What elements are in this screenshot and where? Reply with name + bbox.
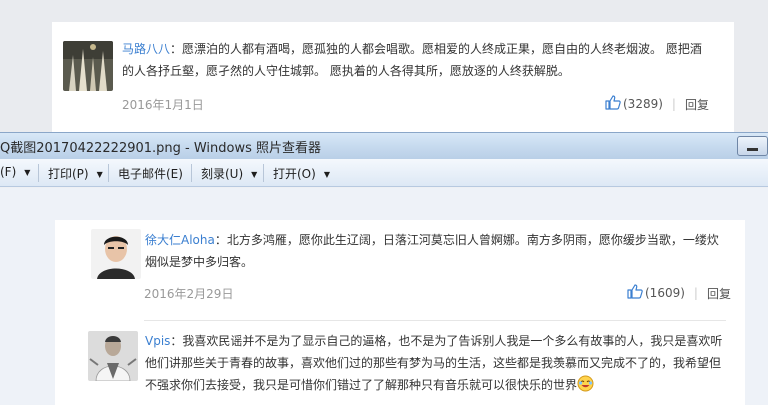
dropdown-arrow-icon: ▼ xyxy=(96,170,103,179)
toolbar-divider xyxy=(38,164,39,182)
menu-email[interactable]: 电子邮件(E) xyxy=(118,165,183,182)
menu-burn[interactable]: 刻录(U) ▼ xyxy=(201,165,257,182)
background-page-top: 马路八八：愿漂泊的人都有酒喝，愿孤独的人都会唱歌。愿相爱的人终成正果，愿自由的人… xyxy=(0,0,768,132)
window-title: Q截图20170422222901.png - Windows 照片查看器 xyxy=(0,141,322,156)
comment-card-top: 马路八八：愿漂泊的人都有酒喝，愿孤独的人都会唱歌。愿相爱的人终成正果，愿自由的人… xyxy=(52,22,734,132)
avatar[interactable] xyxy=(63,41,113,91)
menu-file-label: (F) xyxy=(0,165,17,179)
viewer-toolbar: (F) ▼ 打印(P) ▼ 电子邮件(E) 刻录(U) ▼ 打开(O) ▼ xyxy=(0,159,768,187)
username-link[interactable]: 徐大仁Aloha xyxy=(145,233,215,247)
like-count: (1609) xyxy=(645,286,685,300)
avatar[interactable] xyxy=(88,331,138,381)
menu-email-label: 电子邮件(E) xyxy=(118,167,183,181)
avatar[interactable] xyxy=(91,229,141,279)
comment-text-line: ：我喜欢民谣并不是为了显示自己的逼格，也不是为了告诉别人我是一个多么有故事的人，… xyxy=(170,334,723,348)
menu-file[interactable]: (F) ▼ xyxy=(0,165,30,179)
toolbar-divider xyxy=(263,164,264,182)
menu-print[interactable]: 打印(P) ▼ xyxy=(48,165,103,182)
smiley-icon xyxy=(577,375,594,399)
comment-body: 徐大仁Aloha：北方多鸿雁，愿你此生辽阔，日落江河莫忘旧人曾婀娜。南方多阴雨，… xyxy=(145,229,735,273)
comment-date: 2016年2月29日 xyxy=(144,287,234,301)
comment-text-line: 的人各抒丘壑，愿孑然的人守住城郭。 愿执着的人各得其所，愿放逐的人终获解脱。 xyxy=(122,64,570,78)
separator: | xyxy=(671,97,676,111)
dropdown-arrow-icon: ▼ xyxy=(251,170,258,179)
dropdown-arrow-icon: ▼ xyxy=(323,170,330,179)
minimize-icon xyxy=(747,148,758,151)
comment-text-line: ：愿漂泊的人都有酒喝，愿孤独的人都会唱歌。愿相爱的人终成正果，愿自由的人终老烟波… xyxy=(170,42,702,56)
viewer-titlebar[interactable]: Q截图20170422222901.png - Windows 照片查看器 xyxy=(0,132,768,159)
comment-text-line: 烟似是梦中多归客。 xyxy=(145,255,254,269)
comment-list: 徐大仁Aloha：北方多鸿雁，愿你此生辽阔，日落江河莫忘旧人曾婀娜。南方多阴雨，… xyxy=(55,220,745,405)
like-count: (3289) xyxy=(623,97,663,111)
menu-open[interactable]: 打开(O) ▼ xyxy=(273,165,330,182)
comment-actions: (3289) | 回复 xyxy=(605,95,709,113)
comment-text-line: 不强求你们去接受，我只是可惜你们错过了了解那种只有音乐就可以很快乐的世界 xyxy=(145,378,578,392)
username-link[interactable]: 马路八八 xyxy=(122,42,170,56)
minimize-button[interactable] xyxy=(737,136,768,156)
reply-button[interactable]: 回复 xyxy=(707,285,731,302)
menu-open-label: 打开(O) xyxy=(273,167,316,181)
comment-text-line: 他们讲那些关于青春的故事，喜欢他们过的那些有梦为马的生活，这些都是我羡慕而又完成… xyxy=(145,356,722,370)
menu-burn-label: 刻录(U) xyxy=(201,167,244,181)
thumbs-up-icon[interactable] xyxy=(605,95,623,113)
menu-print-label: 打印(P) xyxy=(48,167,89,181)
username-link[interactable]: Vpis xyxy=(145,334,170,348)
comment-divider xyxy=(144,320,726,321)
comment-body: Vpis：我喜欢民谣并不是为了显示自己的逼格，也不是为了告诉别人我是一个多么有故… xyxy=(145,330,741,399)
toolbar-divider xyxy=(191,164,192,182)
comment-actions: (1609) | 回复 xyxy=(627,284,731,302)
dropdown-arrow-icon: ▼ xyxy=(24,168,31,177)
thumbs-up-icon[interactable] xyxy=(627,284,645,302)
reply-button[interactable]: 回复 xyxy=(685,96,709,113)
separator: | xyxy=(693,286,698,300)
comment-text-line: ：北方多鸿雁，愿你此生辽阔，日落江河莫忘旧人曾婀娜。南方多阴雨，愿你缓步当歌，一… xyxy=(214,233,719,247)
comment-body: 马路八八：愿漂泊的人都有酒喝，愿孤独的人都会唱歌。愿相爱的人终成正果，愿自由的人… xyxy=(122,38,722,82)
toolbar-divider xyxy=(108,164,109,182)
comment-date: 2016年1月1日 xyxy=(122,98,204,112)
